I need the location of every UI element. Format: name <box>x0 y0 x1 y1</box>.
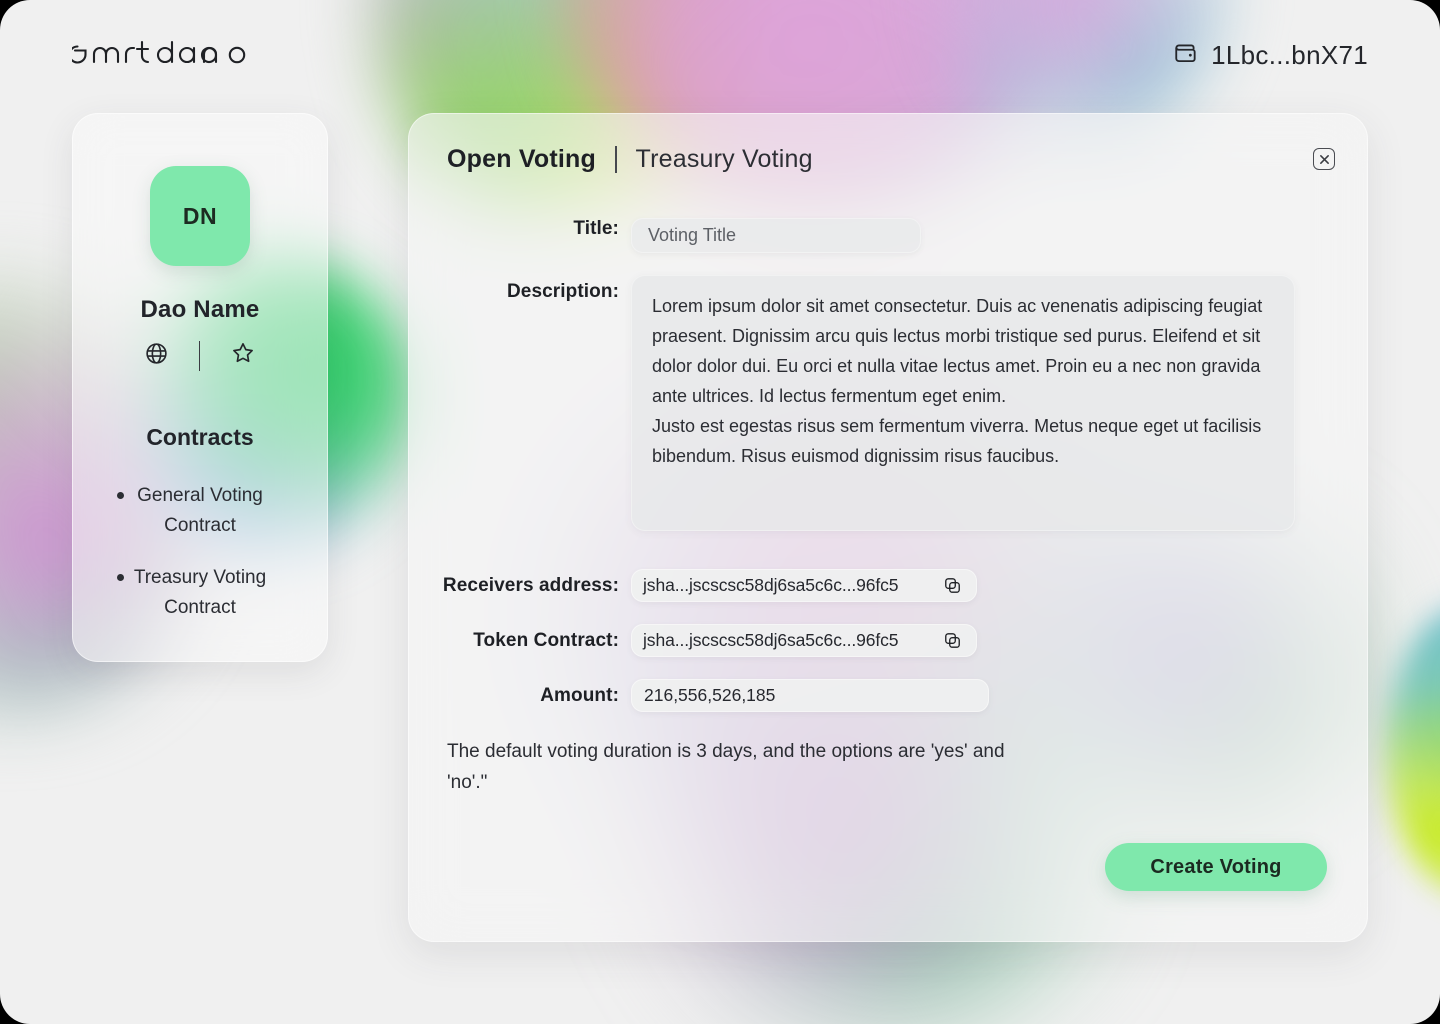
wallet-icon <box>1173 40 1199 71</box>
receivers-address-label: Receivers address: <box>442 574 619 596</box>
contract-label: General Voting Contract <box>137 485 263 536</box>
contracts-list: General Voting Contract Treasury Voting … <box>73 481 327 623</box>
app-page: 1Lbc...bnX71 DN Dao Name Contracts Gener… <box>0 0 1440 1024</box>
modal-header: Open Voting Treasury Voting <box>447 145 813 174</box>
page-title: Open Voting <box>447 145 596 173</box>
description-paragraph: Justo est egestas risus sem fermentum vi… <box>652 416 1262 466</box>
title-row: Title: Voting Title <box>409 218 1369 253</box>
wallet-address: 1Lbc...bnX71 <box>1211 40 1368 70</box>
title-input-wrapper[interactable]: Voting Title <box>631 218 921 253</box>
header-divider <box>614 146 617 173</box>
voting-form: Title: Voting Title Description: Lorem i… <box>409 218 1369 712</box>
token-contract-field[interactable]: jsha...jscscsc58dj6sa5c6c...96fc5 <box>631 624 977 657</box>
list-item[interactable]: Treasury Voting Contract <box>73 563 327 623</box>
dao-name-title: Dao Name <box>140 296 260 323</box>
description-textarea[interactable]: Lorem ipsum dolor sit amet consectetur. … <box>631 275 1295 531</box>
description-row: Description: Lorem ipsum dolor sit amet … <box>409 275 1369 531</box>
copy-icon[interactable] <box>943 631 962 650</box>
contracts-heading: Contracts <box>146 424 254 450</box>
globe-icon[interactable] <box>144 341 169 371</box>
top-bar: 1Lbc...bnX71 <box>0 0 1440 112</box>
title-label: Title: <box>573 218 619 239</box>
amount-value: 216,556,526,185 <box>644 685 776 705</box>
receivers-address-row: Receivers address: jsha...jscscsc58dj6sa… <box>409 569 1369 602</box>
list-item[interactable]: General Voting Contract <box>73 481 327 541</box>
amount-field[interactable]: 216,556,526,185 <box>631 679 989 712</box>
token-contract-row: Token Contract: jsha...jscscsc58dj6sa5c6… <box>409 624 1369 657</box>
description-paragraph: Lorem ipsum dolor sit amet consectetur. … <box>652 296 1263 406</box>
social-divider <box>198 340 201 371</box>
brand-logo[interactable] <box>72 38 258 72</box>
bullet-icon <box>117 492 124 499</box>
title-input[interactable]: Voting Title <box>631 218 921 253</box>
voting-duration-note: The default voting duration is 3 days, a… <box>447 741 1005 793</box>
receivers-address-value: jsha...jscscsc58dj6sa5c6c...96fc5 <box>643 575 899 595</box>
amount-label: Amount: <box>540 684 619 706</box>
close-icon[interactable] <box>1313 148 1335 170</box>
dao-sidebar-card: DN Dao Name Contracts General Voting Con… <box>72 113 328 662</box>
bullet-icon <box>117 574 124 581</box>
dao-avatar: DN <box>150 166 250 266</box>
dao-social-row <box>73 340 327 371</box>
star-icon[interactable] <box>230 340 256 371</box>
blob-decoration <box>1385 600 1440 900</box>
copy-icon[interactable] <box>943 576 962 595</box>
receivers-address-field[interactable]: jsha...jscscsc58dj6sa5c6c...96fc5 <box>631 569 977 602</box>
amount-row: Amount: 216,556,526,185 <box>409 679 1369 712</box>
token-contract-label: Token Contract: <box>473 629 619 651</box>
open-voting-modal: Open Voting Treasury Voting Title: Votin… <box>408 113 1368 942</box>
wallet-chip[interactable]: 1Lbc...bnX71 <box>1173 40 1368 71</box>
description-label: Description: <box>506 281 619 302</box>
modal-subtitle: Treasury Voting <box>635 145 813 173</box>
contract-label: Treasury Voting Contract <box>133 567 267 618</box>
create-voting-button[interactable]: Create Voting <box>1105 843 1327 891</box>
token-contract-value: jsha...jscscsc58dj6sa5c6c...96fc5 <box>643 630 899 650</box>
